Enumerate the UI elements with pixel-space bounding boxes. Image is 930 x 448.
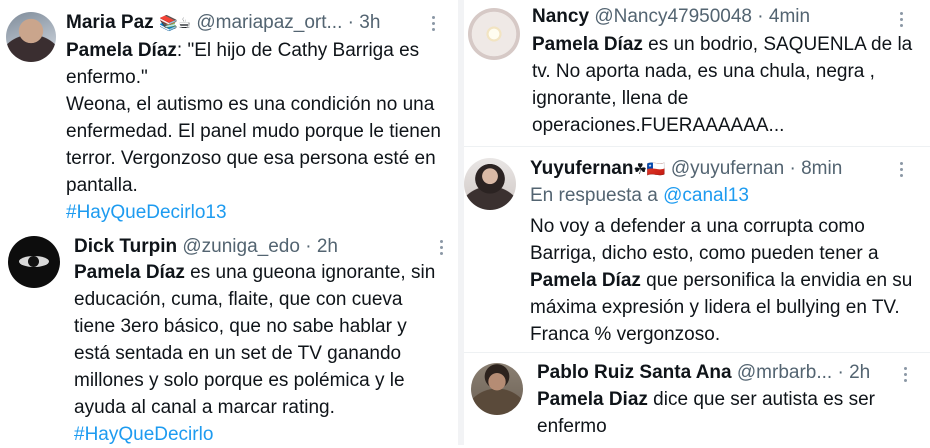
tweet-text: No voy a defender a una corrupta como Ba… [530,213,916,348]
mention-bold: Pamela Díaz [74,262,185,283]
tweet-header: Dick Turpin @zuniga_edo · 2h [74,236,338,258]
body-text-before: No voy a defender a una corrupta como Ba… [530,216,879,264]
mention-bold: Pamela Díaz [532,34,643,55]
more-options-icon[interactable] [900,12,903,30]
column-divider [458,0,464,445]
separator-dot: · [347,12,354,33]
hashtag-link[interactable]: #HayQueDecirlo13 [66,202,227,223]
timestamp[interactable]: 8min [801,158,842,179]
timestamp[interactable]: 2h [317,236,338,257]
avatar[interactable] [468,8,520,60]
avatar[interactable] [471,363,523,415]
timestamp[interactable]: 4min [769,6,810,27]
tweet-text: Pamela Díaz: "El hijo de Cathy Barriga e… [66,37,451,226]
user-handle[interactable]: @mariapaz_ort... [196,12,342,33]
tweet-separator [464,146,930,147]
reply-prefix: En respuesta a [530,185,658,206]
tweet-header: Maria Paz 📚☕ @mariapaz_ort... · 3h [66,12,380,35]
mention-bold: Pamela Díaz [530,270,641,291]
display-name[interactable]: Dick Turpin [74,236,177,257]
more-options-icon[interactable] [900,162,903,180]
name-emoji: ☘🇨🇱 [633,161,666,178]
mention-bold: Pamela Diaz [537,389,648,410]
display-name[interactable]: Nancy [532,6,589,27]
mention-bold: Pamela Díaz [66,40,177,61]
avatar[interactable] [6,12,56,62]
user-handle[interactable]: @Nancy47950048 [594,6,752,27]
tweet-header: Nancy @Nancy47950048 · 4min [532,6,810,28]
tweet-header: Yuyufernan☘🇨🇱 @yuyufernan · 8min [530,158,842,181]
timestamp[interactable]: 3h [359,12,380,33]
display-name[interactable]: Yuyufernan [530,158,633,179]
more-options-icon[interactable] [904,367,907,385]
tweet-text: Pamela Díaz es un bodrio, SAQUENLA de la… [532,31,920,139]
user-handle[interactable]: @mrbarb... [737,362,832,383]
separator-dot: · [757,6,764,27]
hashtag-link[interactable]: #HayQueDecirlo [74,424,213,445]
body-text: es una gueona ignorante, sin educación, … [74,262,436,418]
avatar[interactable] [464,158,516,210]
more-options-icon[interactable] [440,240,443,258]
tweet-header: Pablo Ruiz Santa Ana @mrbarb... · 2h [537,362,870,384]
separator-dot: · [789,158,796,179]
reply-context: En respuesta a @canal13 [530,185,749,207]
tweet-separator [464,352,930,353]
separator-dot: · [305,236,312,257]
display-name[interactable]: Maria Paz [66,12,154,33]
timestamp[interactable]: 2h [849,362,870,383]
body-text: Weona, el autismo es una condición no un… [66,94,441,196]
reply-mention-link[interactable]: @canal13 [663,185,749,206]
user-handle[interactable]: @zuniga_edo [182,236,300,257]
name-emoji: 📚☕ [158,15,192,32]
user-handle[interactable]: @yuyufernan [671,158,784,179]
display-name[interactable]: Pablo Ruiz Santa Ana [537,362,732,383]
avatar[interactable] [8,236,60,288]
more-options-icon[interactable] [432,16,435,34]
tweet-text: Pamela Diaz dice que ser autista es ser … [537,386,917,440]
separator-dot: · [837,362,844,383]
tweet-text: Pamela Díaz es una gueona ignorante, sin… [74,259,446,448]
